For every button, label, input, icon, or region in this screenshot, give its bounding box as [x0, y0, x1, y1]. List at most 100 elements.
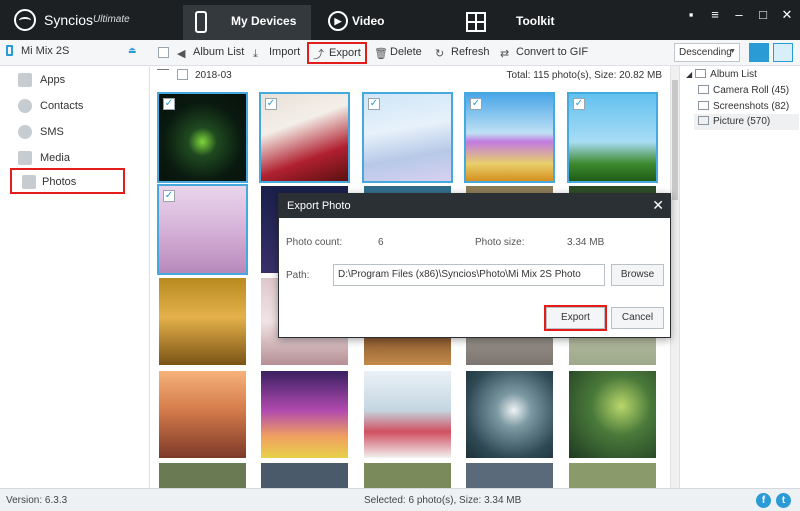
photo-thumbnail[interactable]: [159, 278, 246, 365]
phone-small-icon: [6, 45, 13, 56]
photo-checkbox[interactable]: ✓: [265, 98, 277, 110]
photo-thumbnail[interactable]: [261, 371, 348, 458]
sort-order-select[interactable]: Descending: [674, 43, 740, 62]
grid-icon: [466, 12, 486, 32]
photo-thumbnail[interactable]: ✓: [464, 92, 555, 183]
app-edition: Ultimate: [93, 14, 130, 25]
selection-text: Selected: 6 photo(s), Size: 3.34 MB: [364, 495, 522, 506]
photo-checkbox[interactable]: ✓: [368, 98, 380, 110]
group-checkbox[interactable]: [177, 69, 188, 80]
sms-icon: [18, 125, 32, 139]
photo-checkbox[interactable]: ✓: [163, 98, 175, 110]
version-text: Version: 6.3.3: [6, 495, 68, 506]
select-all-checkbox[interactable]: [158, 47, 169, 58]
photo-thumbnail[interactable]: [569, 463, 656, 488]
dialog-title: Export Photo: [287, 200, 351, 212]
refresh-button[interactable]: ↻ Refresh: [435, 46, 490, 60]
album-list-button[interactable]: ◀ Album List: [177, 46, 244, 60]
photo-size-label: Photo size:: [475, 237, 525, 248]
photo-thumbnail[interactable]: [466, 463, 553, 488]
device-selector[interactable]: Mi Mix 2S ⏏: [6, 45, 137, 57]
export-photo-dialog: Export Photo ✕ Photo count: 6 Photo size…: [278, 193, 671, 338]
photo-size-value: 3.34 MB: [567, 237, 605, 248]
export-view-icon[interactable]: [773, 43, 793, 62]
eject-icon[interactable]: ⏏: [128, 45, 137, 56]
collapse-icon[interactable]: [157, 69, 169, 70]
photo-thumbnail[interactable]: [261, 463, 348, 488]
photo-thumbnail[interactable]: [466, 371, 553, 458]
sidebar-item-photos[interactable]: Photos: [10, 168, 125, 194]
twitter-icon[interactable]: t: [776, 493, 791, 508]
title-bar: Syncios Ultimate My Devices ▶ Video Down…: [0, 0, 800, 61]
dialog-cancel-button[interactable]: Cancel: [611, 307, 664, 329]
dialog-close-icon[interactable]: ✕: [652, 197, 664, 214]
message-icon[interactable]: ▪: [683, 7, 699, 22]
photo-checkbox[interactable]: ✓: [163, 190, 175, 202]
album-folder-icon: [695, 69, 707, 78]
status-bar: Version: 6.3.3 Selected: 6 photo(s), Siz…: [0, 488, 800, 511]
phone-icon: [195, 11, 207, 33]
export-button[interactable]: ⤴ Export: [307, 42, 367, 64]
photo-thumbnail[interactable]: [159, 463, 246, 488]
menu-icon[interactable]: ≡: [707, 7, 723, 22]
photo-thumbnail[interactable]: [569, 371, 656, 458]
album-panel: ◢ Album List Camera Roll (45) Screenshots…: [679, 66, 800, 488]
toolbar: Mi Mix 2S ⏏ ◀ Album List ⤓ Import ⤴ Export …: [0, 40, 800, 66]
tab-toolkit[interactable]: Toolkit: [466, 5, 556, 40]
gallery-total: Total: 115 photo(s), Size: 20.82 MB: [506, 70, 662, 81]
browse-button[interactable]: Browse: [611, 264, 664, 286]
import-icon: ⤓: [253, 48, 258, 60]
contacts-icon: [18, 99, 32, 113]
facebook-icon[interactable]: f: [756, 493, 771, 508]
export-icon: ⤴: [313, 49, 324, 61]
dialog-export-button[interactable]: Export: [544, 305, 607, 331]
maximize-icon[interactable]: □: [755, 7, 771, 22]
trash-icon: 🗑: [374, 48, 388, 60]
device-name: Mi Mix 2S: [21, 45, 70, 57]
photo-thumbnail[interactable]: [364, 371, 451, 458]
photo-thumbnail[interactable]: [364, 463, 451, 488]
export-path-field[interactable]: D:\Program Files (x86)\Syncios\Photo\Mi …: [333, 264, 605, 286]
photo-count-label: Photo count:: [286, 237, 343, 248]
convert-icon: ⇄: [500, 48, 510, 60]
tab-toolkit-label: Toolkit: [516, 14, 555, 28]
play-icon: ▶: [328, 11, 348, 31]
photo-thumbnail[interactable]: ✓: [362, 92, 453, 183]
path-label: Path:: [286, 270, 310, 281]
convert-gif-button[interactable]: ⇄ Convert to GIF: [500, 46, 588, 60]
tab-my-devices-label: My Devices: [231, 14, 297, 28]
album-list-header[interactable]: ◢ Album List: [686, 69, 757, 80]
image-icon: [698, 116, 709, 125]
photo-thumbnail[interactable]: ✓: [157, 92, 248, 183]
scrollbar-thumb[interactable]: [672, 80, 678, 200]
photo-thumbnail[interactable]: ✓: [567, 92, 658, 183]
delete-button[interactable]: 🗑 Delete: [374, 46, 422, 60]
import-button[interactable]: ⤓ Import: [253, 46, 300, 60]
photo-thumbnail[interactable]: ✓: [259, 92, 350, 183]
album-item-picture[interactable]: Picture (570): [694, 114, 799, 130]
group-date: 2018-03: [195, 70, 232, 81]
image-icon: [698, 101, 709, 110]
close-icon[interactable]: ✕: [779, 7, 795, 23]
album-item-screenshots[interactable]: Screenshots (82): [698, 101, 789, 112]
album-item-camera-roll[interactable]: Camera Roll (45): [698, 85, 789, 96]
minimize-icon[interactable]: –: [731, 7, 747, 22]
dialog-title-bar: Export Photo ✕: [279, 194, 670, 218]
photo-checkbox[interactable]: ✓: [470, 98, 482, 110]
arrow-left-icon: ◀: [177, 48, 186, 60]
camera-icon: [698, 85, 709, 94]
gallery-scrollbar[interactable]: [670, 66, 679, 488]
tab-video-downloader[interactable]: ▶ Video Downloader: [326, 5, 451, 61]
gallery-group-header: 2018-03 Total: 115 photo(s), Size: 20.82…: [151, 66, 670, 84]
photo-checkbox[interactable]: ✓: [573, 98, 585, 110]
photo-thumbnail[interactable]: ✓: [157, 184, 248, 275]
photo-count-value: 6: [378, 237, 384, 248]
photo-thumbnail[interactable]: [159, 371, 246, 458]
collapse-triangle-icon: ◢: [686, 70, 693, 79]
media-icon: [18, 151, 32, 165]
app-name: Syncios: [44, 12, 94, 28]
calendar-view-icon[interactable]: [749, 43, 769, 62]
sidebar: Apps Contacts SMS Media Photos: [0, 66, 150, 488]
tab-my-devices[interactable]: My Devices: [183, 5, 311, 40]
refresh-icon: ↻: [435, 48, 445, 60]
